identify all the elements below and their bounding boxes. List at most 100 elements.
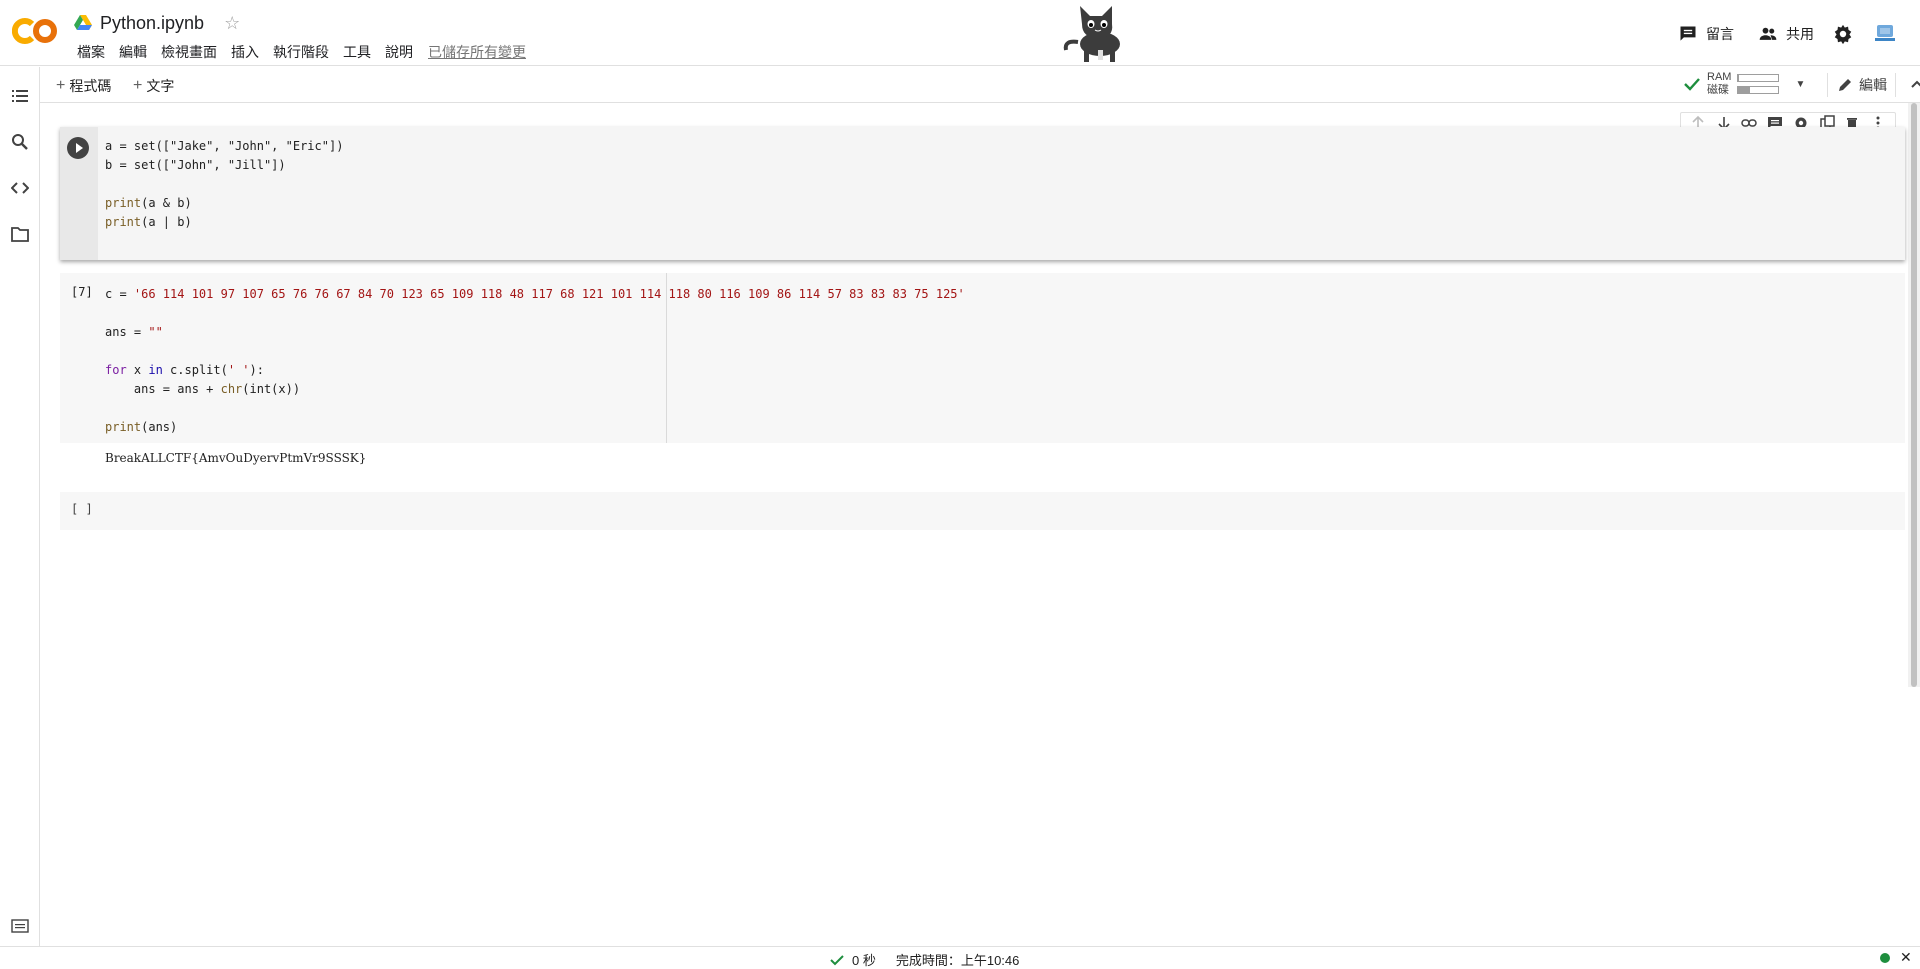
code-cell-1[interactable]: a = set(["Jake", "John", "Eric"]) b = set… — [60, 127, 1905, 260]
left-sidebar — [0, 67, 40, 947]
doc-title-row: Python.ipynb ☆ — [74, 10, 240, 36]
cat-mascot-icon — [1063, 6, 1120, 62]
code-text: (a & b) — [141, 196, 192, 210]
notebook-scrollbar[interactable] — [1908, 103, 1920, 687]
close-icon[interactable]: ✕ — [1900, 949, 1912, 966]
ram-label: RAM — [1707, 71, 1732, 83]
comment-button[interactable]: 留言 — [1666, 24, 1746, 44]
menu-runtime[interactable]: 執行階段 — [266, 42, 336, 62]
menu-help[interactable]: 說明 — [378, 42, 420, 62]
code-line: print(a & b) — [105, 194, 343, 213]
notebook-toolbar: + 程式碼 + 文字 RAM 磁碟 ▼ 編輯 — [40, 67, 1920, 103]
terminal-icon[interactable] — [11, 919, 29, 933]
code-cell-3[interactable]: [ ] — [60, 492, 1905, 530]
status-bar: 0 秒 完成時間：上午10:46 ✕ — [0, 919, 1920, 969]
menu-bar: 檔案 編輯 檢視畫面 插入 執行階段 工具 說明 已儲存所有變更 — [70, 42, 533, 62]
chevron-up-icon[interactable] — [1908, 75, 1920, 93]
resource-labels: RAM 磁碟 — [1707, 71, 1731, 97]
code-text: (a | b) — [141, 215, 192, 229]
menu-view[interactable]: 檢視畫面 — [154, 42, 224, 62]
resource-bars — [1737, 74, 1780, 94]
ram-usage-bar — [1737, 74, 1780, 82]
add-code-button[interactable]: + 程式碼 — [56, 76, 111, 96]
user-avatar-icon[interactable] — [1872, 21, 1898, 47]
disk-usage-fill — [1738, 87, 1751, 93]
disk-label: 磁碟 — [1707, 84, 1729, 96]
menu-file[interactable]: 檔案 — [70, 42, 112, 62]
cell-gutter — [60, 127, 98, 260]
connected-check-icon — [1684, 78, 1700, 91]
code-line: print(ans) — [105, 418, 965, 437]
doc-title[interactable]: Python.ipynb — [100, 13, 204, 34]
code-line: c = '66 114 101 97 107 65 76 76 67 84 70… — [105, 285, 965, 304]
chevron-down-icon[interactable]: ▼ — [1795, 79, 1805, 90]
execution-count[interactable]: [7] — [71, 285, 93, 299]
cell-output: BreakALLCTF{AmvOuDyervPtmVr9SSSK} — [105, 451, 367, 465]
google-drive-icon — [74, 15, 92, 30]
execution-count[interactable]: [ ] — [71, 502, 93, 516]
disk-usage-bar — [1737, 86, 1780, 94]
menu-insert[interactable]: 插入 — [224, 42, 266, 62]
string-literal: ' ' — [227, 363, 250, 377]
search-icon[interactable] — [11, 133, 29, 151]
colab-logo-icon[interactable] — [12, 16, 58, 46]
print-keyword: print — [105, 215, 142, 229]
code-line: for x in c.split(' '): — [105, 361, 965, 380]
add-text-button[interactable]: + 文字 — [133, 76, 174, 96]
menu-edit[interactable]: 編輯 — [112, 42, 154, 62]
folder-icon[interactable] — [11, 225, 29, 243]
code-text: (int(x)) — [242, 382, 301, 396]
keyword: in — [148, 363, 163, 377]
execution-status[interactable]: 0 秒 完成時間：上午10:46 — [830, 950, 1019, 969]
code-line: print(a | b) — [105, 213, 343, 232]
share-label: 共用 — [1786, 26, 1814, 42]
add-text-label: 文字 — [146, 78, 175, 94]
settings-gear-icon[interactable] — [1832, 23, 1854, 45]
code-text: ): — [249, 363, 264, 377]
code-snippets-icon[interactable] — [11, 179, 29, 197]
code-line: ans = ans + chr(int(x)) — [105, 380, 965, 399]
edit-label: 編輯 — [1859, 77, 1887, 93]
code-text: (ans) — [141, 420, 178, 434]
code-text: c.split( — [162, 363, 228, 377]
plus-icon: + — [56, 77, 66, 94]
code-cell-2[interactable]: [7] c = '66 114 101 97 107 65 76 76 67 8… — [60, 273, 1905, 443]
builtin-function: print — [105, 420, 142, 434]
code-text: ans = ans + — [105, 382, 221, 396]
share-button[interactable]: 共用 — [1746, 24, 1826, 44]
string-literal: '66 114 101 97 107 65 76 76 67 84 70 123… — [133, 287, 965, 301]
code-line: b = set(["John", "Jill"]) — [105, 158, 286, 172]
execution-duration: 0 秒 — [852, 953, 876, 968]
comment-label: 留言 — [1706, 26, 1734, 42]
edit-mode-button[interactable]: 編輯 — [1837, 75, 1887, 95]
plus-icon: + — [133, 77, 143, 94]
header-actions: 留言 共用 — [1666, 20, 1920, 48]
check-icon — [830, 954, 844, 965]
people-icon — [1759, 27, 1777, 40]
table-of-contents-icon[interactable] — [11, 87, 29, 105]
run-cell-button[interactable] — [67, 137, 89, 159]
code-editor[interactable]: a = set(["Jake", "John", "Eric"]) b = set… — [105, 137, 343, 232]
comment-icon — [1680, 26, 1696, 41]
keyword: for — [105, 363, 127, 377]
code-text: ans = — [105, 325, 149, 339]
connection-status-dot — [1880, 953, 1890, 963]
saved-status[interactable]: 已儲存所有變更 — [420, 42, 533, 62]
code-line: a = set(["Jake", "John", "Eric"]) — [105, 139, 344, 153]
code-editor[interactable]: c = '66 114 101 97 107 65 76 76 67 84 70… — [105, 285, 965, 437]
pencil-icon — [1839, 79, 1851, 91]
star-icon[interactable]: ☆ — [224, 13, 240, 34]
string-literal: "" — [148, 325, 163, 339]
completed-time: 完成時間：上午10:46 — [895, 953, 1020, 968]
ram-usage-fill — [1738, 75, 1740, 81]
builtin-function: chr — [220, 382, 243, 396]
toolbar-divider — [1895, 73, 1896, 97]
menu-tools[interactable]: 工具 — [336, 42, 378, 62]
toolbar-divider — [1827, 73, 1828, 97]
scrollbar-thumb[interactable] — [1911, 103, 1917, 687]
resource-monitor[interactable]: RAM 磁碟 ▼ — [1683, 71, 1805, 97]
code-line: ans = "" — [105, 323, 965, 342]
